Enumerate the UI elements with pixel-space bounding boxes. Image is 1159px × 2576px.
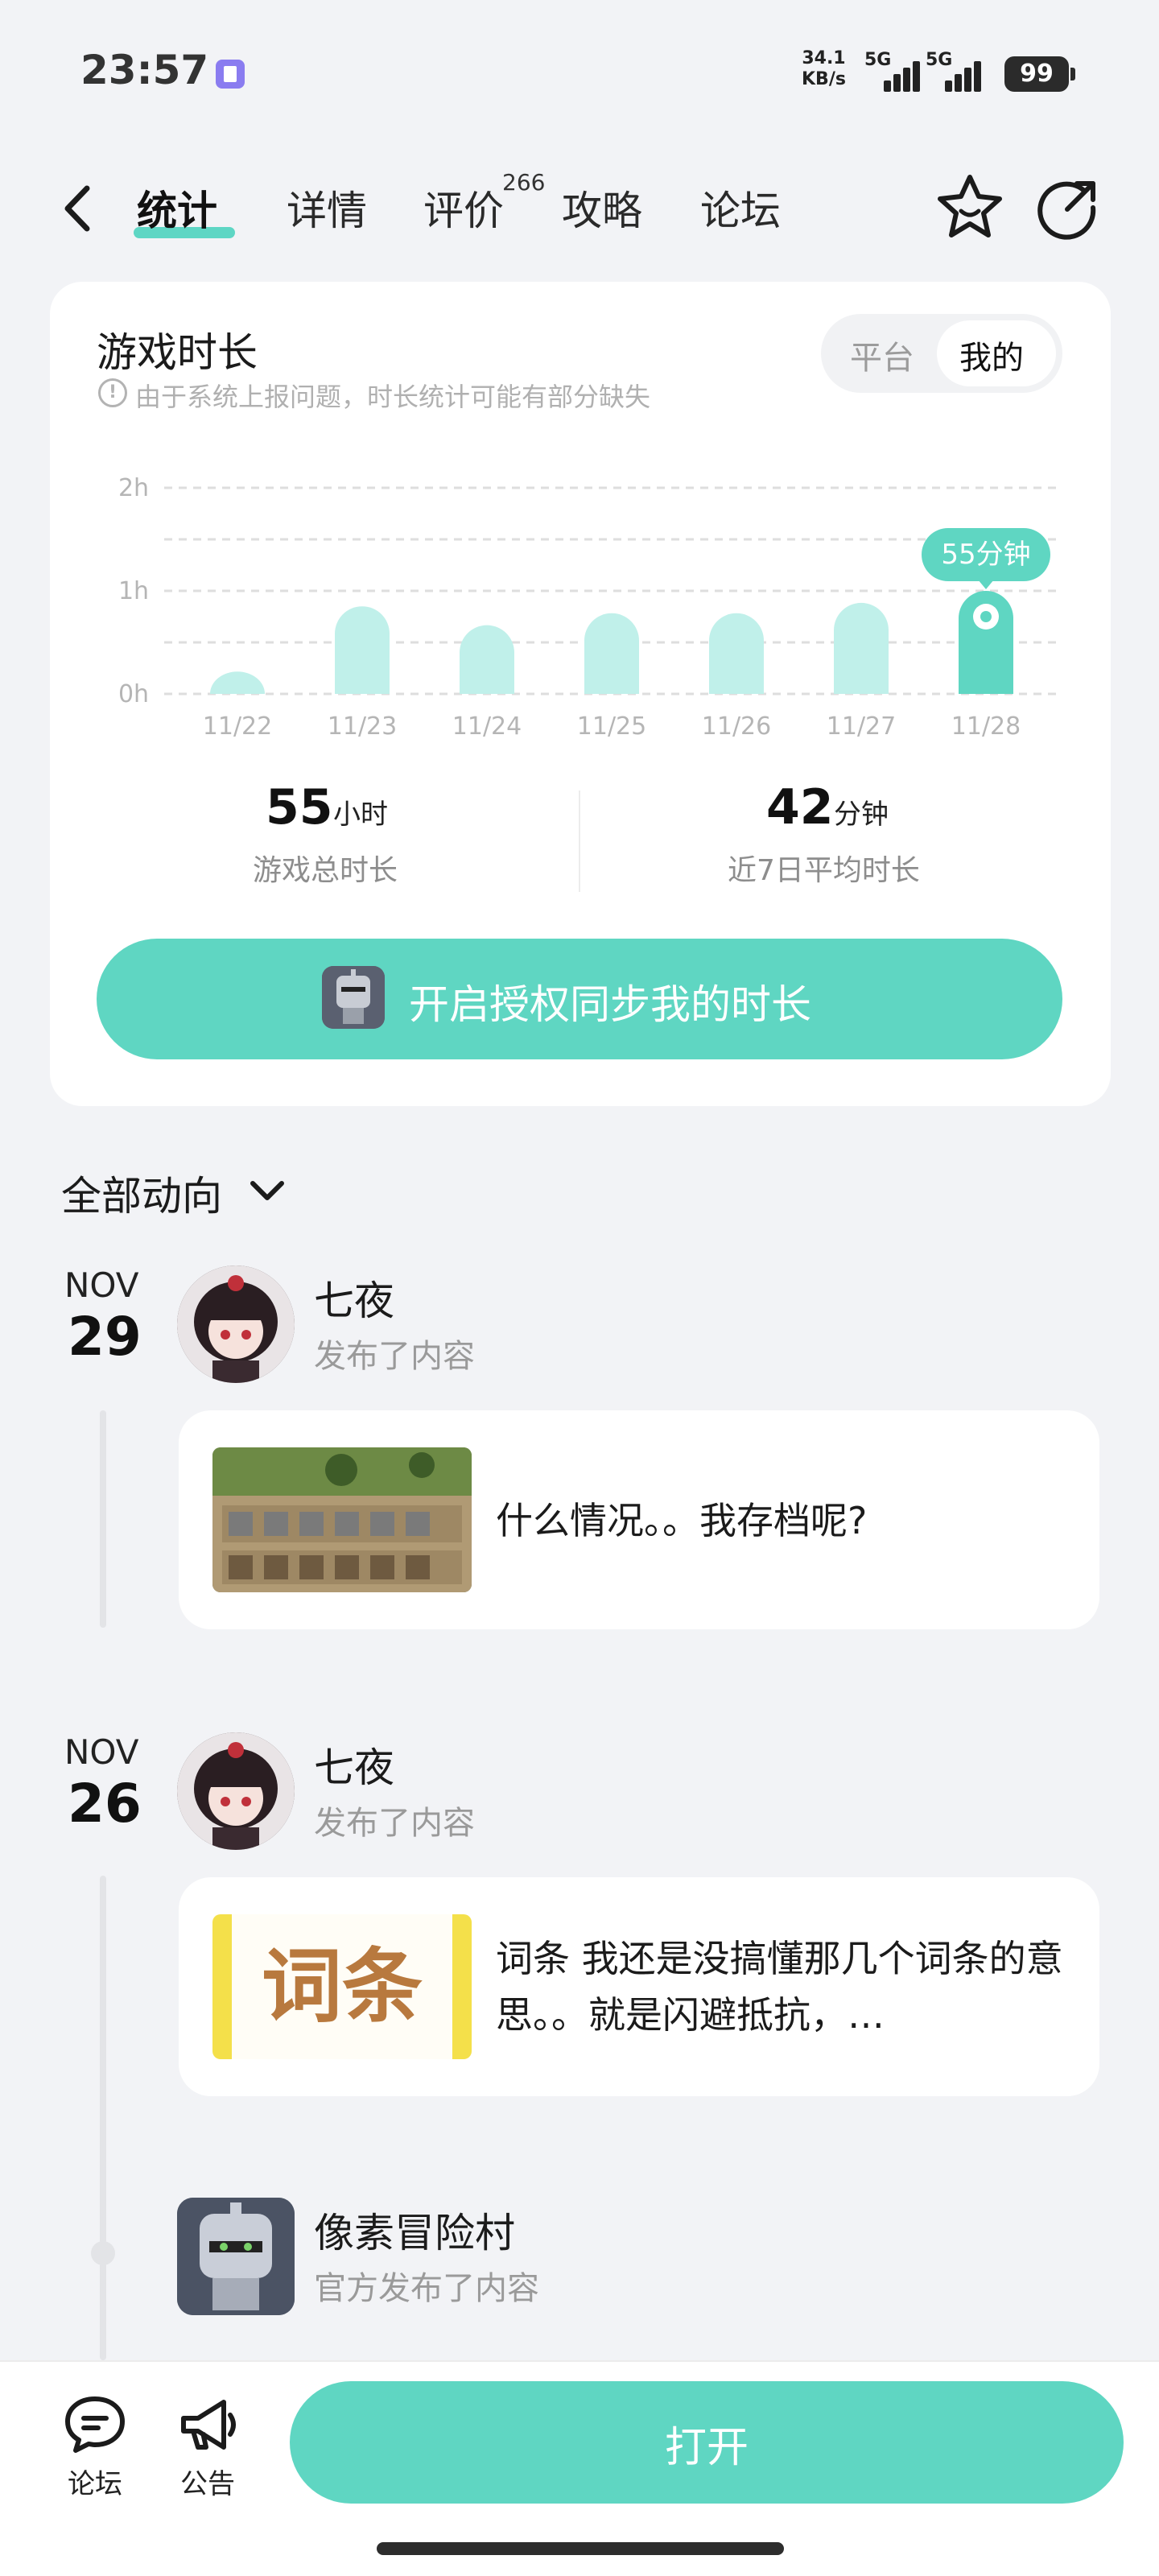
share-icon[interactable] <box>1035 174 1103 242</box>
game-knight-icon <box>322 966 385 1029</box>
post-action: 发布了内容 <box>314 1338 475 1375</box>
tab-reviews[interactable]: 评价 <box>423 179 504 237</box>
chart-y-tick-label: 2h <box>118 474 149 502</box>
chart-x-tick-label: 11/23 <box>328 712 397 741</box>
post-month: NOV <box>64 1732 139 1772</box>
battery-icon: 99 <box>1004 56 1075 92</box>
post-thumbnail <box>212 1447 472 1592</box>
post-action: 发布了内容 <box>314 1805 475 1842</box>
home-indicator <box>377 2542 784 2555</box>
status-time: 23:57 <box>80 47 209 93</box>
playtime-title: 游戏时长 <box>97 329 258 376</box>
chart-tooltip-pointer <box>978 580 994 589</box>
network-speed-unit: KB/s <box>802 69 846 89</box>
official-avatar[interactable] <box>177 2198 295 2315</box>
network-speed-value: 34.1 <box>802 48 846 68</box>
chart-highlight-marker-dot <box>980 611 992 622</box>
chevron-down-icon[interactable] <box>245 1174 290 1209</box>
chart-x-tick-label: 11/24 <box>452 712 522 741</box>
toggle-option-platform[interactable]: 平台 <box>850 332 914 378</box>
chart-tooltip-label: 55分钟 <box>941 539 1030 571</box>
network-speed: 34.1 KB/s <box>802 48 846 90</box>
chart-y-tick-label: 0h <box>118 680 149 708</box>
playtime-bar-chart: 0h 1h 2h 11/22 11/23 11/24 11/25 11/26 11/27 11/2… <box>118 474 1062 741</box>
avg-playtime-label: 近7日平均时长 <box>728 854 920 887</box>
avatar[interactable] <box>177 1265 295 1383</box>
chart-x-tick-label: 11/26 <box>702 712 771 741</box>
total-playtime-label: 游戏总时长 <box>253 854 398 887</box>
post-text: 什么情况。。我存档呢? <box>496 1499 868 1542</box>
tab-stats[interactable]: 统计 <box>137 179 217 237</box>
review-count-badge: 266 <box>502 169 546 196</box>
feed-filter-dropdown[interactable]: 全部动向 <box>61 1164 222 1222</box>
timeline-dot <box>91 2241 115 2265</box>
toggle-option-mine[interactable]: 我的 <box>959 332 1024 378</box>
timeline-line <box>100 1876 106 2360</box>
announcement-label[interactable]: 公告 <box>180 2462 235 2501</box>
sync-button-label: 开启授权同步我的时长 <box>409 981 811 1028</box>
chart-bar <box>210 671 265 694</box>
signal-type-label-2: 5G <box>926 50 953 70</box>
post-author[interactable]: 七夜 <box>314 1736 394 1794</box>
official-action: 官方发布了内容 <box>314 2270 539 2307</box>
megaphone-icon[interactable] <box>174 2391 241 2458</box>
chart-x-tick-label: 11/27 <box>827 712 896 741</box>
chart-bar <box>584 613 639 694</box>
chart-x-tick-label: 11/22 <box>203 712 272 741</box>
chat-bubble-icon[interactable] <box>61 2391 129 2458</box>
playtime-notice: 由于系统上报问题，时长统计可能有部分缺失 <box>135 382 651 412</box>
tab-forum[interactable]: 论坛 <box>700 179 781 237</box>
thumb-left-stripe <box>212 1914 232 2059</box>
chart-bar <box>460 625 514 694</box>
timeline-line <box>100 1410 106 1628</box>
tab-details[interactable]: 详情 <box>287 179 367 237</box>
avatar[interactable] <box>177 1732 295 1850</box>
chevron-left-icon[interactable] <box>56 180 101 237</box>
signal-strength-icon: 5G <box>864 50 920 92</box>
chart-x-tick-label: 11/25 <box>577 712 646 741</box>
signal-strength-2-icon: 5G <box>926 50 981 92</box>
chart-bar <box>834 602 889 694</box>
thumb-right-stripe <box>452 1914 472 2059</box>
post-thumbnail: 词条 <box>212 1914 472 2059</box>
chart-bar <box>709 613 764 694</box>
favorite-star-icon[interactable] <box>934 171 1006 243</box>
forum-label[interactable]: 论坛 <box>68 2462 122 2501</box>
thumb-text: 词条 <box>262 1939 423 2033</box>
post-day: 26 <box>68 1773 142 1835</box>
notification-app-icon <box>216 60 245 89</box>
chart-x-tick-label: 11/28 <box>951 712 1021 741</box>
open-button-label: 打开 <box>664 2424 749 2472</box>
post-day: 29 <box>68 1306 142 1368</box>
chart-y-tick-label: 1h <box>118 577 149 605</box>
post-text: 词条 我还是没搞懂那几个词条的意思。。就是闪避抵抗，… <box>496 1937 1063 2037</box>
total-playtime-unit: 小时 <box>333 799 388 831</box>
stats-divider <box>579 791 580 892</box>
official-author[interactable]: 像素冒险村 <box>314 2201 515 2259</box>
total-playtime-value: 55 <box>266 779 333 836</box>
avg-playtime-unit: 分钟 <box>834 799 889 831</box>
chart-bar <box>335 606 390 694</box>
post-month: NOV <box>64 1265 139 1305</box>
post-author[interactable]: 七夜 <box>314 1269 394 1327</box>
tab-guides[interactable]: 攻略 <box>562 179 642 237</box>
info-icon: ! <box>98 378 127 407</box>
avg-playtime-value: 42 <box>766 779 834 836</box>
signal-type-label: 5G <box>864 50 892 70</box>
